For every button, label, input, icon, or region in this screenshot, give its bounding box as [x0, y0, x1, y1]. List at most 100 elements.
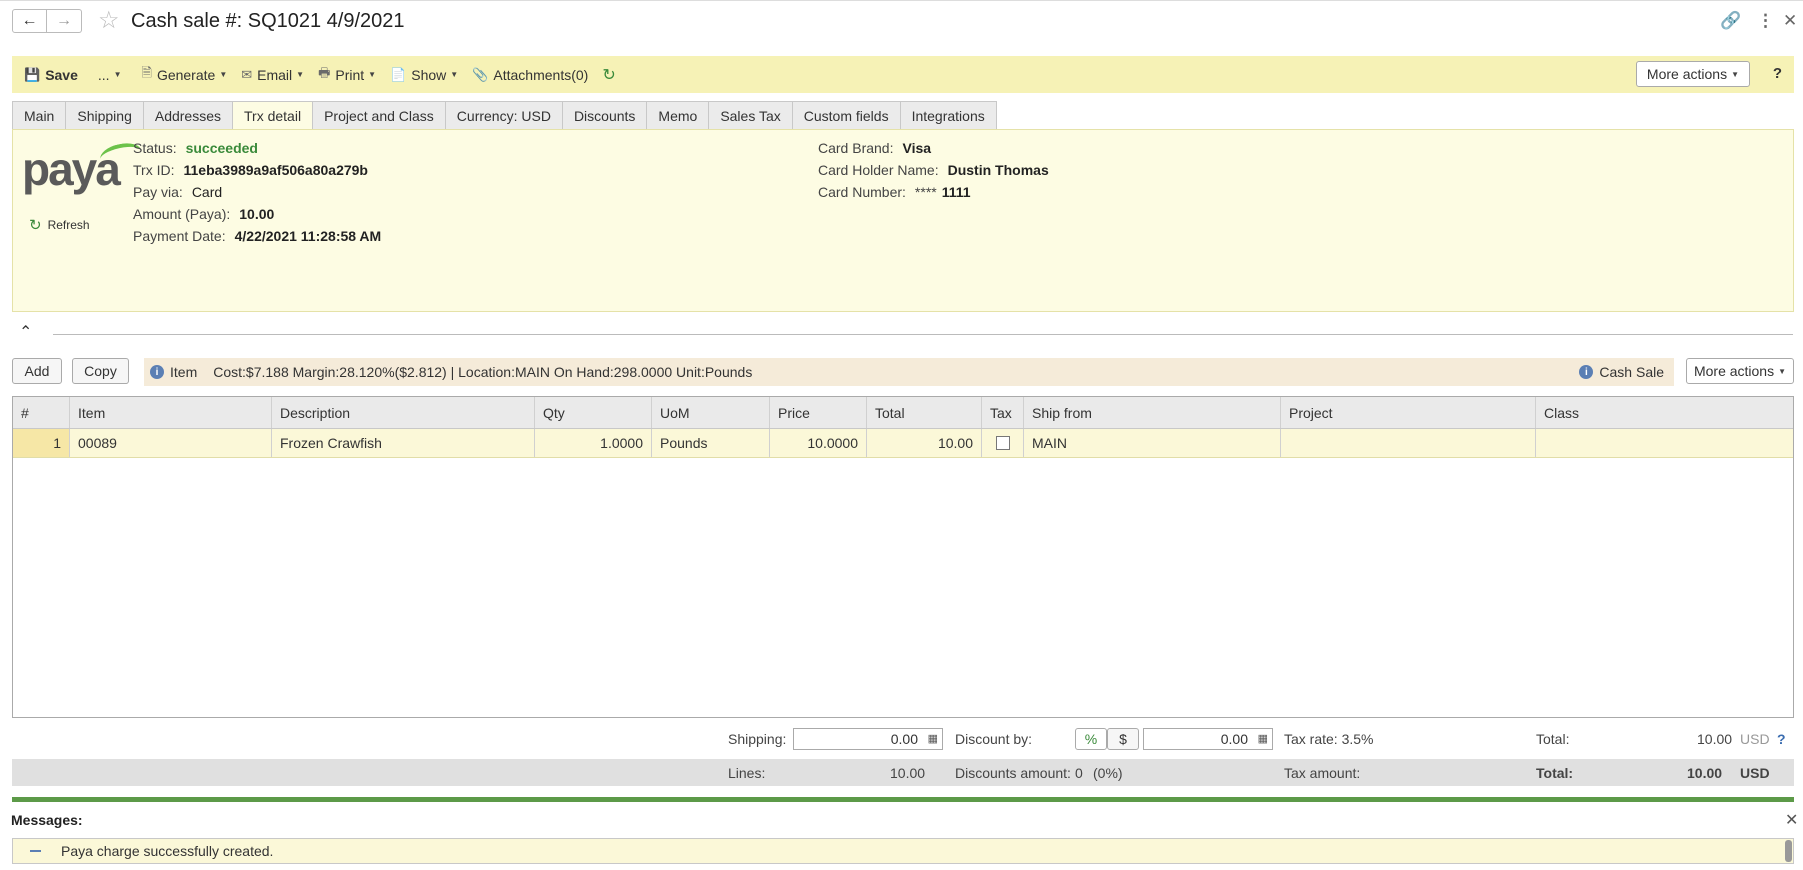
column-ship-from[interactable]: Ship from [1024, 397, 1281, 428]
row-uom[interactable]: Pounds [652, 429, 770, 457]
card-brand-value: Visa [902, 140, 932, 156]
shipping-input[interactable]: 0.00 ▦ [793, 728, 943, 750]
generate-menu[interactable]: 🗎 Generate ▼ [141, 64, 227, 86]
total-currency: USD [1740, 731, 1770, 747]
column-qty[interactable]: Qty [535, 397, 652, 428]
tab-trx-detail[interactable]: Trx detail [232, 101, 313, 130]
row-project[interactable] [1281, 429, 1536, 457]
total-help-icon[interactable]: ? [1777, 731, 1786, 747]
card-number-field: Card Number: **** 1111 [818, 184, 971, 200]
row-qty[interactable]: 1.0000 [535, 429, 652, 457]
printer-icon: 🖶 [318, 64, 331, 80]
lines-more-actions-button[interactable]: More actions ▼ [1686, 358, 1794, 384]
attachments-button[interactable]: 📎 Attachments(0) [472, 67, 588, 83]
tab-main[interactable]: Main [12, 101, 66, 130]
column-description[interactable]: Description [272, 397, 535, 428]
payment-date-field: Payment Date: 4/22/2021 11:28:58 AM [133, 228, 382, 244]
trx-id-value: 11eba3989a9af506a80a279b [183, 162, 368, 178]
message-item: Paya charge successfully created. [12, 838, 1794, 864]
item-info-bar: i Item Cost:$7.188 Margin:28.120%($2.812… [144, 358, 1674, 386]
column-price[interactable]: Price [770, 397, 867, 428]
help-button[interactable]: ? [1773, 65, 1782, 82]
discount-percent-toggle[interactable]: % [1075, 728, 1107, 750]
tab-sales-tax[interactable]: Sales Tax [708, 101, 792, 130]
checkbox[interactable] [995, 436, 1010, 450]
info-icon: i [150, 365, 164, 379]
caret-down-icon: ▼ [368, 70, 377, 79]
row-tax-checkbox[interactable] [982, 429, 1024, 457]
table-row[interactable]: 1 00089 Frozen Crawfish 1.0000 Pounds 10… [13, 429, 1793, 458]
lines-value: 10.00 [890, 765, 926, 781]
refresh-icon: ↻ [29, 217, 42, 234]
kebab-menu-icon[interactable]: ⋮ [1757, 11, 1774, 31]
show-menu[interactable]: 📄 Show ▼ [390, 67, 458, 83]
caret-down-icon: ▼ [113, 70, 122, 79]
column-project[interactable]: Project [1281, 397, 1536, 428]
tab-custom-fields[interactable]: Custom fields [791, 101, 900, 130]
card-holder-value: Dustin Thomas [947, 162, 1049, 178]
back-button[interactable]: ← [12, 9, 47, 33]
generate-icon: 🗎 [141, 64, 152, 80]
discounts-amount-label: Discounts amount: [955, 765, 1071, 781]
column-item[interactable]: Item [70, 397, 272, 428]
arrow-right-icon: → [56, 12, 72, 29]
copy-button[interactable]: Copy [72, 358, 129, 384]
tab-bar: Main Shipping Addresses Trx detail Proje… [12, 101, 997, 130]
row-class[interactable] [1536, 429, 1793, 457]
save-button[interactable]: 💾 Save [24, 67, 78, 83]
calculator-icon[interactable]: ▦ [1258, 732, 1268, 745]
tab-currency[interactable]: Currency: USD [444, 101, 562, 130]
pay-via-value: Card [191, 184, 223, 200]
column-number[interactable]: # [13, 397, 70, 428]
tab-project-and-class[interactable]: Project and Class [312, 101, 445, 130]
row-description[interactable]: Frozen Crawfish [272, 429, 535, 457]
caret-down-icon: ▼ [450, 70, 459, 79]
tab-integrations[interactable]: Integrations [899, 101, 997, 130]
tab-memo[interactable]: Memo [646, 101, 709, 130]
paperclip-icon: 📎 [472, 66, 489, 82]
close-icon[interactable]: ✕ [1783, 11, 1797, 31]
column-uom[interactable]: UoM [652, 397, 770, 428]
favorite-star-icon[interactable]: ☆ [98, 6, 120, 35]
column-tax[interactable]: Tax [982, 397, 1024, 428]
calculator-icon[interactable]: ▦ [928, 732, 938, 745]
discount-dollar-toggle[interactable]: $ [1107, 728, 1139, 750]
main-toolbar: 💾 Save ... ▼ 🗎 Generate ▼ ✉ Email ▼ 🖶 Print ▼ 📄 S… [12, 56, 1794, 93]
email-menu[interactable]: ✉ Email ▼ [241, 67, 304, 83]
discount-by-label: Discount by: [955, 731, 1033, 747]
caret-down-icon: ▼ [1778, 366, 1787, 376]
discount-input[interactable]: 0.00 ▦ [1143, 728, 1273, 750]
refresh-button[interactable]: ↻ Refresh [29, 216, 90, 234]
item-info-text: Cost:$7.188 Margin:28.120%($2.812) | Loc… [213, 364, 753, 380]
row-price[interactable]: 10.0000 [770, 429, 867, 457]
tab-shipping[interactable]: Shipping [65, 101, 143, 130]
row-number: 1 [13, 429, 70, 457]
status-divider [12, 797, 1794, 802]
scrollbar[interactable] [1785, 840, 1792, 862]
column-class[interactable]: Class [1536, 397, 1793, 428]
cash-sale-info: i Cash Sale [1579, 364, 1664, 380]
row-item[interactable]: 00089 [70, 429, 272, 457]
tab-discounts[interactable]: Discounts [561, 101, 647, 130]
card-brand-field: Card Brand: Visa [818, 140, 932, 156]
more-commands-button[interactable]: ... ▼ [98, 67, 122, 83]
link-icon[interactable]: 🔗 [1720, 11, 1741, 31]
card-holder-field: Card Holder Name: Dustin Thomas [818, 162, 1049, 178]
pay-via-field: Pay via: Card [133, 184, 223, 200]
tab-addresses[interactable]: Addresses [142, 101, 233, 130]
collapse-chevron-up-icon[interactable]: ⌃ [19, 322, 32, 342]
row-total: 10.00 [867, 429, 982, 457]
tax-rate: Tax rate: 3.5% [1284, 731, 1374, 747]
messages-close-icon[interactable]: ✕ [1785, 810, 1798, 830]
add-button[interactable]: Add [12, 358, 62, 384]
page-title: Cash sale #: SQ1021 4/9/2021 [131, 10, 405, 32]
info-icon: i [1579, 365, 1594, 379]
forward-button[interactable]: → [47, 9, 82, 33]
refresh-icon[interactable]: ↻ [602, 65, 615, 85]
row-ship-from[interactable]: MAIN [1024, 429, 1281, 457]
tax-amount-label: Tax amount: [1284, 765, 1361, 781]
more-actions-button[interactable]: More actions ▼ [1635, 61, 1750, 87]
divider [53, 334, 1793, 335]
column-total[interactable]: Total [867, 397, 982, 428]
print-menu[interactable]: 🖶 Print ▼ [318, 64, 376, 86]
